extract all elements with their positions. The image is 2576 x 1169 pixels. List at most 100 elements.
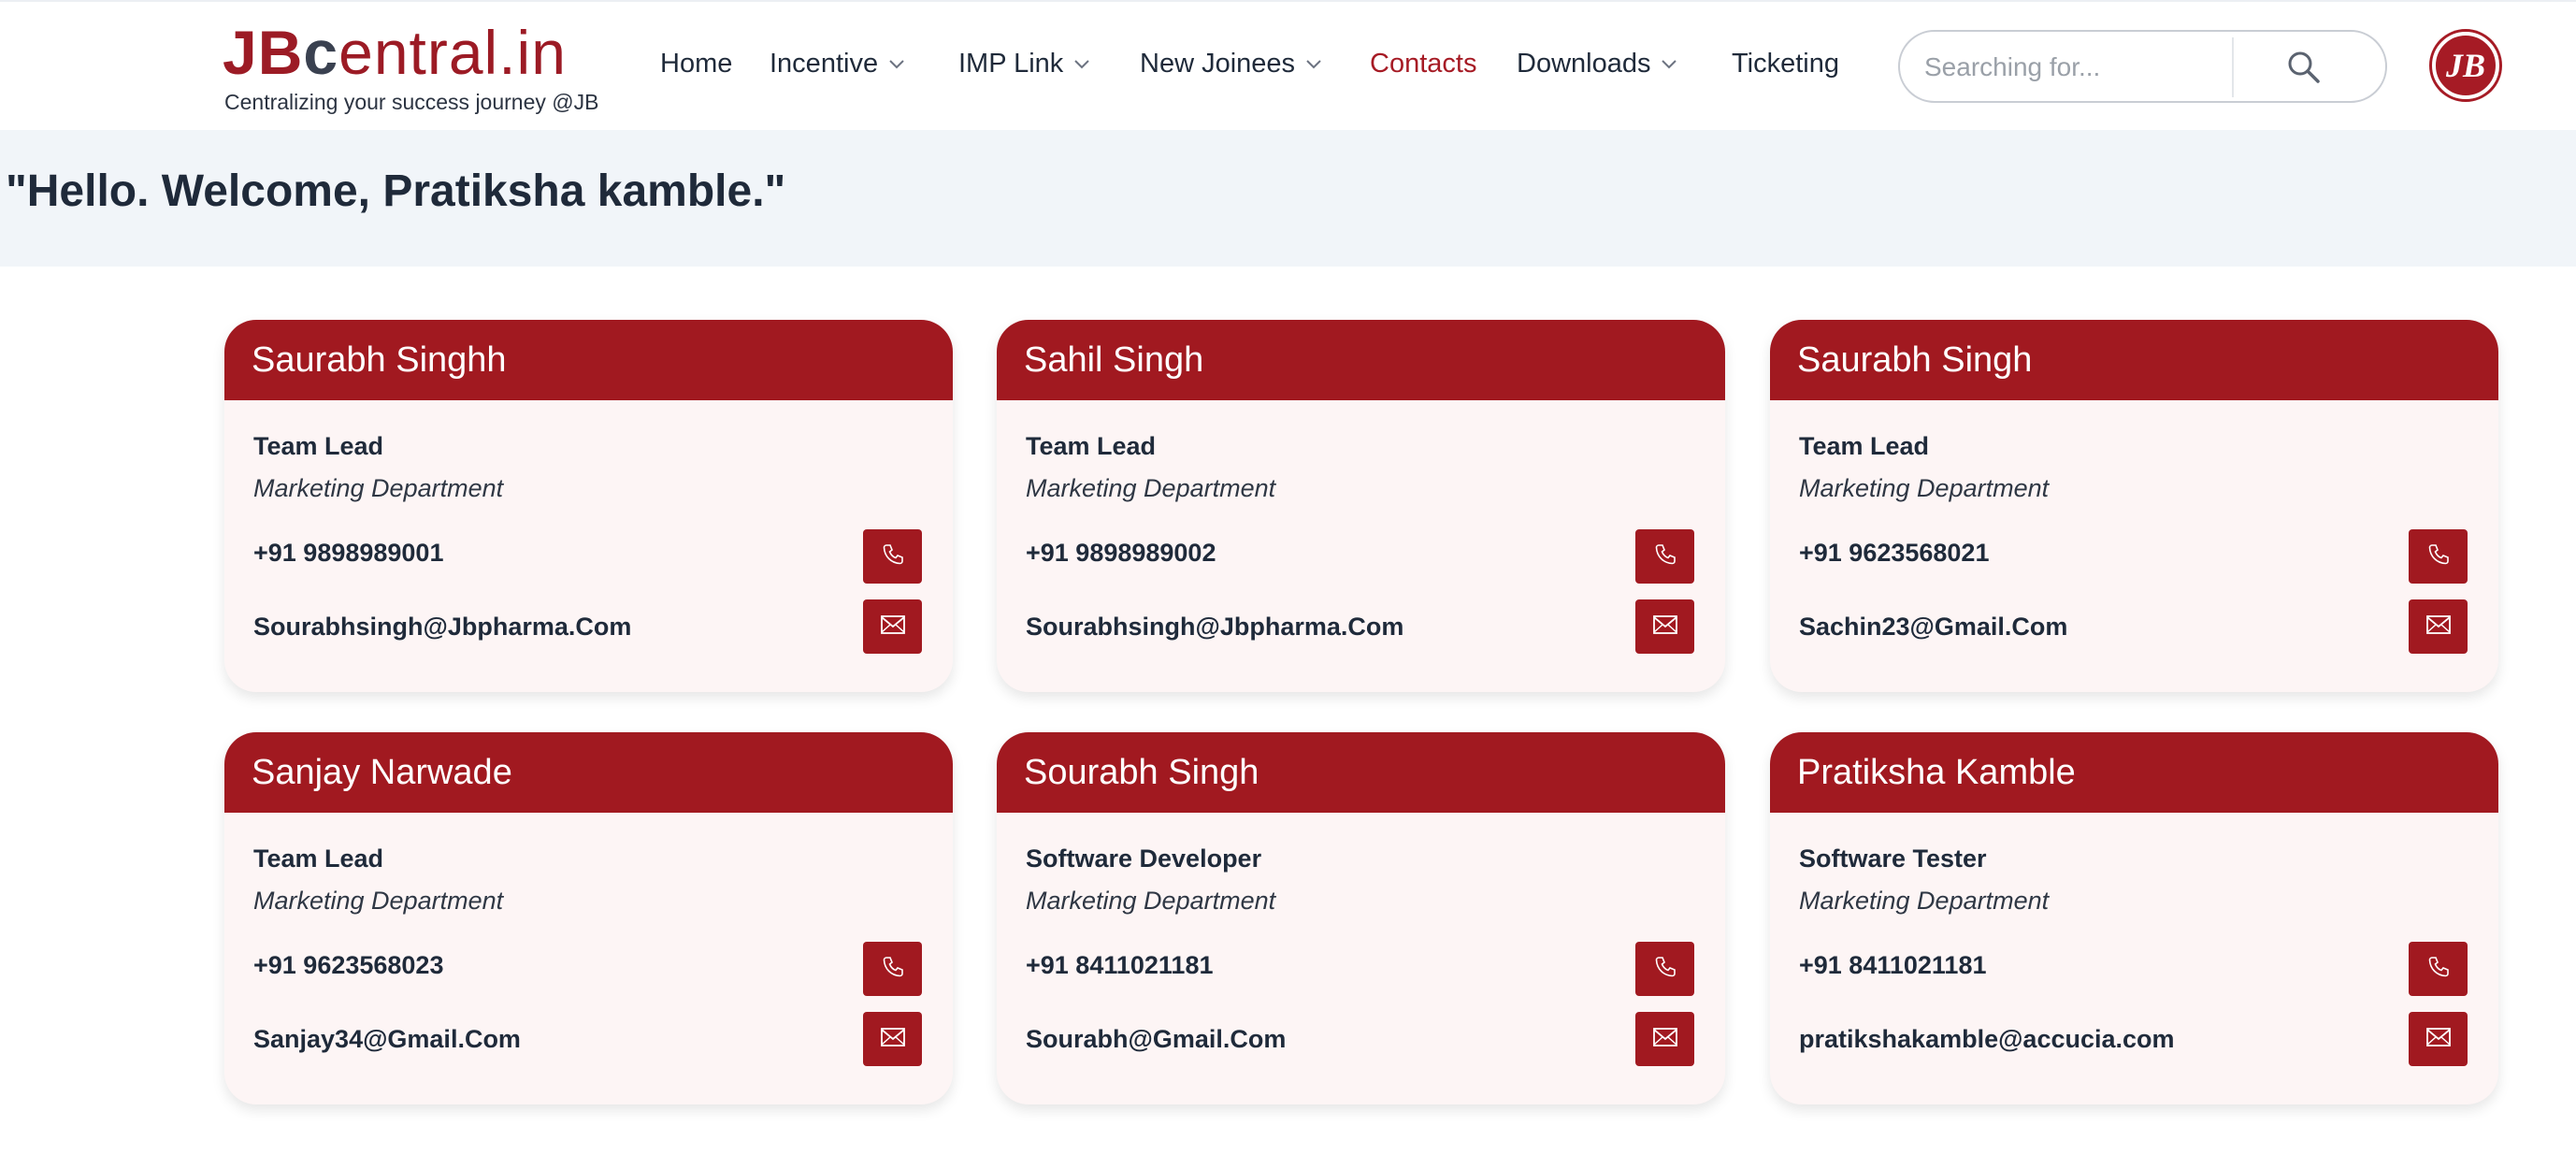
mail-button[interactable] [2409,1012,2468,1066]
mail-icon [1652,1027,1678,1052]
contact-role: Team Lead [253,844,384,873]
contact-card: Pratiksha Kamble Software Tester Marketi… [1770,732,2498,1104]
logo-e: e [338,18,374,87]
mail-button[interactable] [863,599,922,654]
contact-card: Saurabh Singhh Team Lead Marketing Depar… [224,320,953,692]
contact-role: Software Developer [1026,844,1262,873]
phone-icon [2426,955,2451,984]
contact-department: Marketing Department [253,474,504,502]
search-input[interactable] [1924,45,2233,90]
logo-rest: ntral.in [373,18,567,87]
contact-department: Marketing Department [1799,887,2050,915]
contact-email: Sachin23@Gmail.Com [1799,613,2068,641]
nav-imp-link-label: IMP Link [958,49,1064,79]
contact-role: Team Lead [253,432,384,460]
contact-phone: +91 9898989001 [253,539,444,567]
contact-name: Saurabh Singhh [252,340,507,380]
phone-icon [1653,542,1677,571]
nav-home-label: Home [660,49,733,79]
call-button[interactable] [863,529,922,584]
contact-phone: +91 8411021181 [1799,951,1987,979]
contact-card: Saurabh Singh Team Lead Marketing Depart… [1770,320,2498,692]
contact-email: Sourabhsingh@Jbpharma.Com [253,613,632,641]
contact-card-header: Saurabh Singhh [224,320,953,400]
contact-email: Sourabh@Gmail.Com [1026,1025,1287,1053]
contact-card: Sahil Singh Team Lead Marketing Departme… [997,320,1725,692]
contact-department: Marketing Department [253,887,504,915]
phone-icon [1653,955,1677,984]
welcome-message: "Hello. Welcome, Pratiksha kamble." [6,166,786,216]
mail-button[interactable] [863,1012,922,1066]
search-button[interactable] [2283,49,2324,90]
contact-email: Sourabhsingh@Jbpharma.Com [1026,613,1404,641]
phone-icon [881,542,905,571]
mail-icon [2425,614,2452,640]
logo-tagline: Centralizing your success journey @JB [224,90,599,114]
mail-icon [880,1027,906,1052]
nav-home[interactable]: Home [660,49,732,79]
mail-icon [880,614,906,640]
contact-department: Marketing Department [1026,887,1276,915]
contact-card-header: Sourabh Singh [997,732,1725,813]
contact-email: Sanjay34@Gmail.Com [253,1025,521,1053]
phone-icon [2426,542,2451,571]
nav-new-joinees[interactable]: New Joinees [1140,49,1323,79]
mail-icon [1652,614,1678,640]
nav-contacts-label: Contacts [1370,49,1477,79]
contact-department: Marketing Department [1799,474,2050,502]
logo-jb: JB [223,18,304,87]
contact-card: Sanjay Narwade Team Lead Marketing Depar… [224,732,953,1104]
call-button[interactable] [2409,529,2468,584]
welcome-banner: "Hello. Welcome, Pratiksha kamble." [0,130,2576,267]
nav-ticketing-label: Ticketing [1732,49,1839,79]
mail-icon [2425,1027,2452,1052]
contact-card-header: Sahil Singh [997,320,1725,400]
chevron-down-icon [1304,55,1323,74]
contact-name: Pratiksha Kamble [1797,753,2076,792]
contact-phone: +91 9623568021 [1799,539,1990,567]
site-logo[interactable]: JBcentral.in Centralizing your success j… [223,15,625,118]
contact-phone: +91 9898989002 [1026,539,1216,567]
chevron-down-icon [1072,55,1091,74]
nav-ticketing[interactable]: Ticketing [1732,49,1839,79]
nav-downloads-label: Downloads [1517,49,1651,79]
contact-email: pratikshakamble@accucia.com [1799,1025,2175,1053]
contact-card-header: Sanjay Narwade [224,732,953,813]
nav-imp-link[interactable]: IMP Link [958,49,1091,79]
contact-name: Sahil Singh [1024,340,1204,380]
contact-name: Sourabh Singh [1024,753,1259,792]
search-box [1898,30,2387,103]
nav-incentive[interactable]: Incentive [770,49,906,79]
contact-phone: +91 8411021181 [1026,951,1214,979]
contact-phone: +91 9623568023 [253,951,444,979]
phone-icon [881,955,905,984]
contact-card-header: Pratiksha Kamble [1770,732,2498,813]
nav-new-joinees-label: New Joinees [1140,49,1296,79]
top-header: JBcentral.in Centralizing your success j… [0,0,2576,130]
contact-role: Team Lead [1799,432,1930,460]
mail-button[interactable] [1635,1012,1694,1066]
call-button[interactable] [2409,942,2468,996]
call-button[interactable] [863,942,922,996]
mail-button[interactable] [2409,599,2468,654]
avatar[interactable]: JB [2432,32,2499,99]
logo-c: c [303,18,339,87]
logo-wordmark: JBcentral.in [223,15,567,90]
chevron-down-icon [1660,55,1678,74]
nav-contacts[interactable]: Contacts [1370,49,1476,79]
contact-name: Saurabh Singh [1797,340,2033,380]
contact-card: Sourabh Singh Software Developer Marketi… [997,732,1725,1104]
mail-button[interactable] [1635,599,1694,654]
chevron-down-icon [887,55,906,74]
contact-department: Marketing Department [1026,474,1276,502]
contact-role: Team Lead [1026,432,1157,460]
search-icon [2286,50,2322,90]
call-button[interactable] [1635,529,1694,584]
search-divider [2232,37,2234,97]
contact-name: Sanjay Narwade [252,753,512,792]
contact-role: Software Tester [1799,844,1987,873]
contact-card-header: Saurabh Singh [1770,320,2498,400]
nav-downloads[interactable]: Downloads [1517,49,1678,79]
call-button[interactable] [1635,942,1694,996]
nav-incentive-label: Incentive [770,49,879,79]
